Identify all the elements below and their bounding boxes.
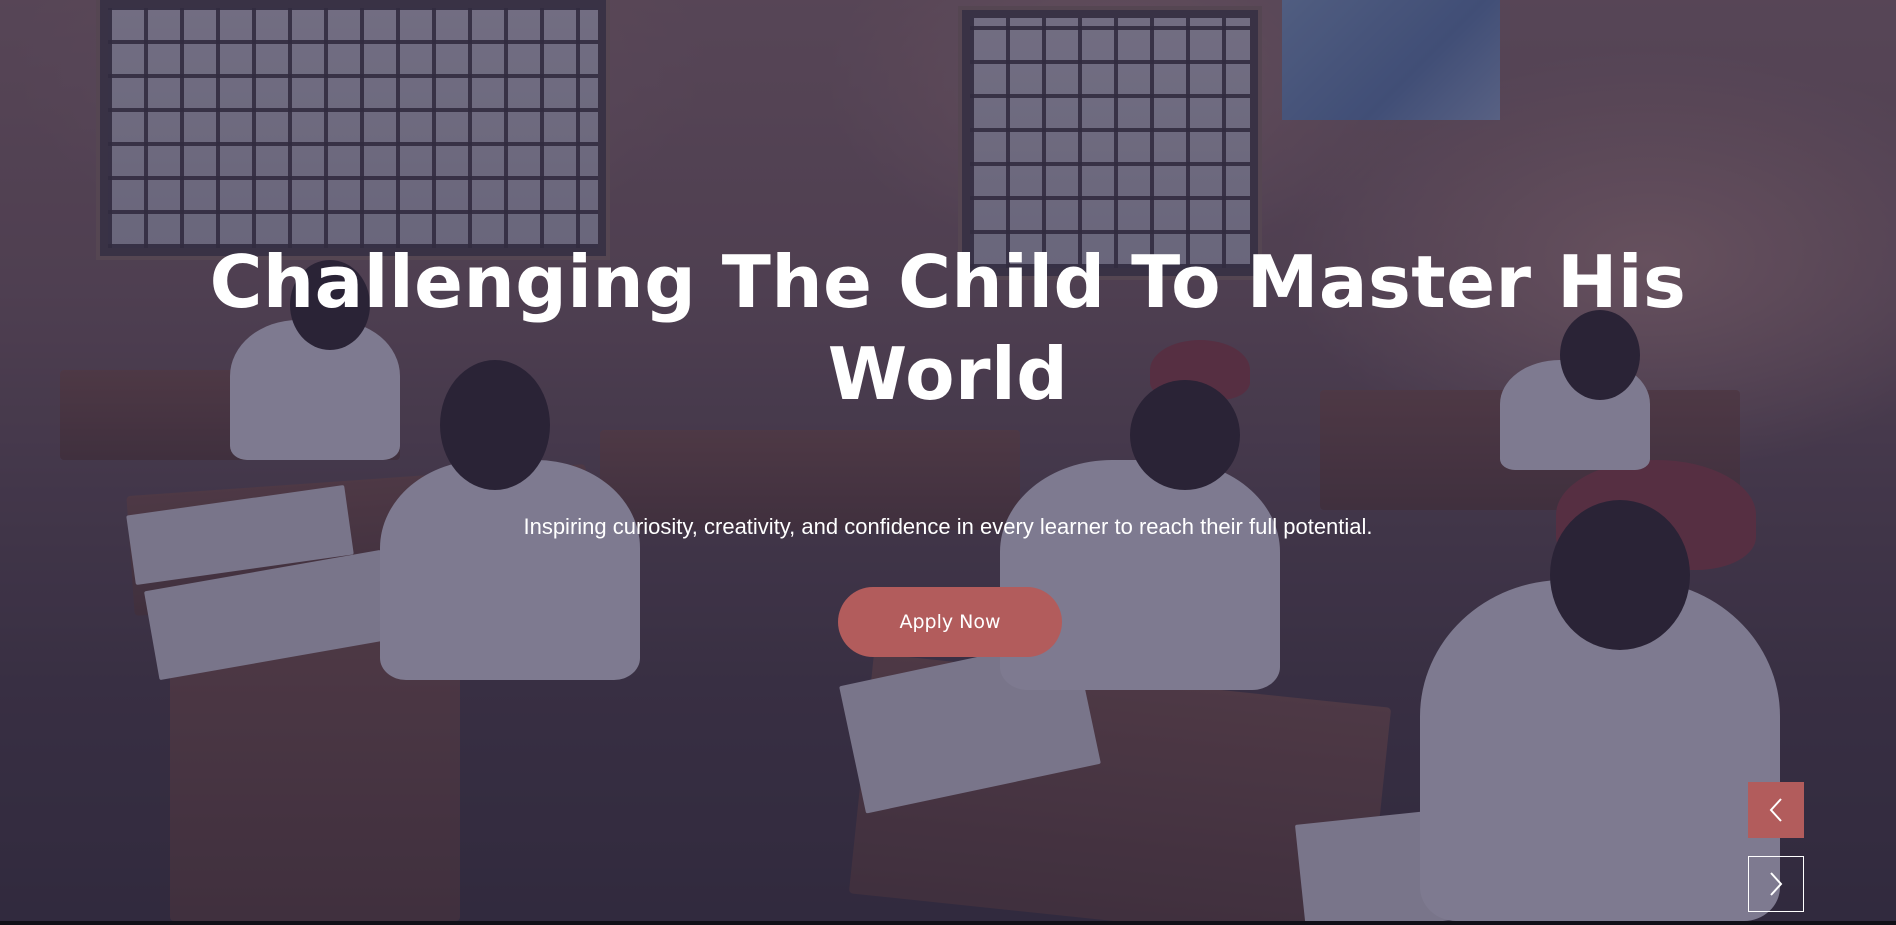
chevron-left-icon <box>1768 797 1784 823</box>
hero-content: Challenging The Child To Master His Worl… <box>0 0 1896 921</box>
apply-now-button[interactable]: Apply Now <box>838 587 1062 657</box>
page-bottom-edge <box>0 921 1896 925</box>
hero-subheadline: Inspiring curiosity, creativity, and con… <box>523 514 1373 539</box>
chevron-right-icon <box>1768 871 1784 897</box>
hero-slider: Challenging The Child To Master His Worl… <box>0 0 1896 921</box>
hero-headline: Challenging The Child To Master His Worl… <box>209 240 1687 416</box>
carousel-next-button[interactable] <box>1748 856 1804 912</box>
carousel-prev-button[interactable] <box>1748 782 1804 838</box>
